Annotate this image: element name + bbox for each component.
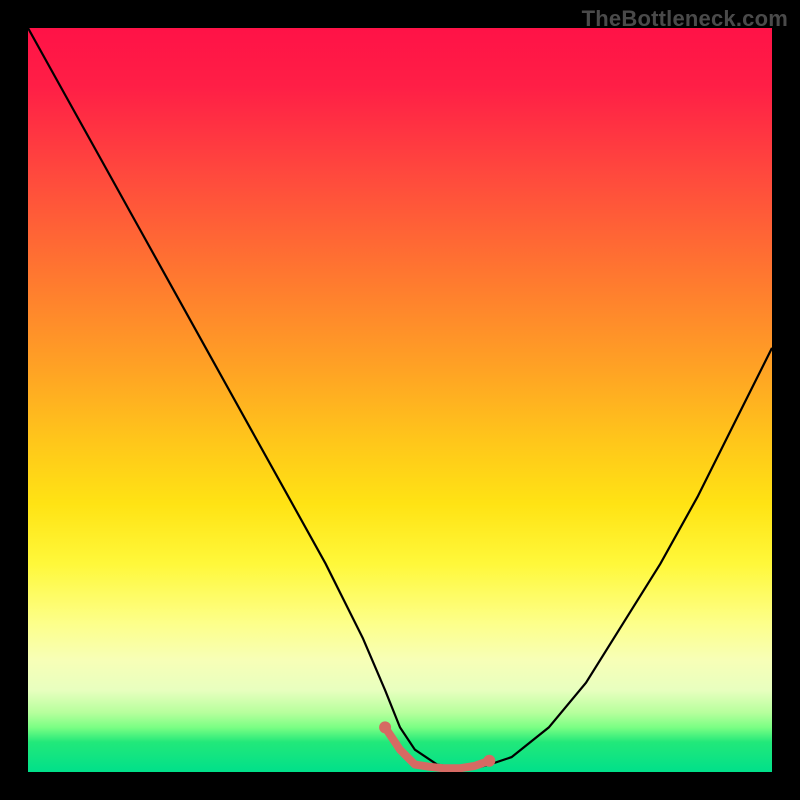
bottleneck-curve [28,28,772,768]
watermark-text: TheBottleneck.com [582,6,788,32]
plot-area [28,28,772,772]
sweet-spot-dot-left [379,721,391,733]
sweet-spot-dot-right [483,755,495,767]
curve-layer [28,28,772,772]
chart-frame: TheBottleneck.com [0,0,800,800]
sweet-spot-marker [385,727,489,768]
